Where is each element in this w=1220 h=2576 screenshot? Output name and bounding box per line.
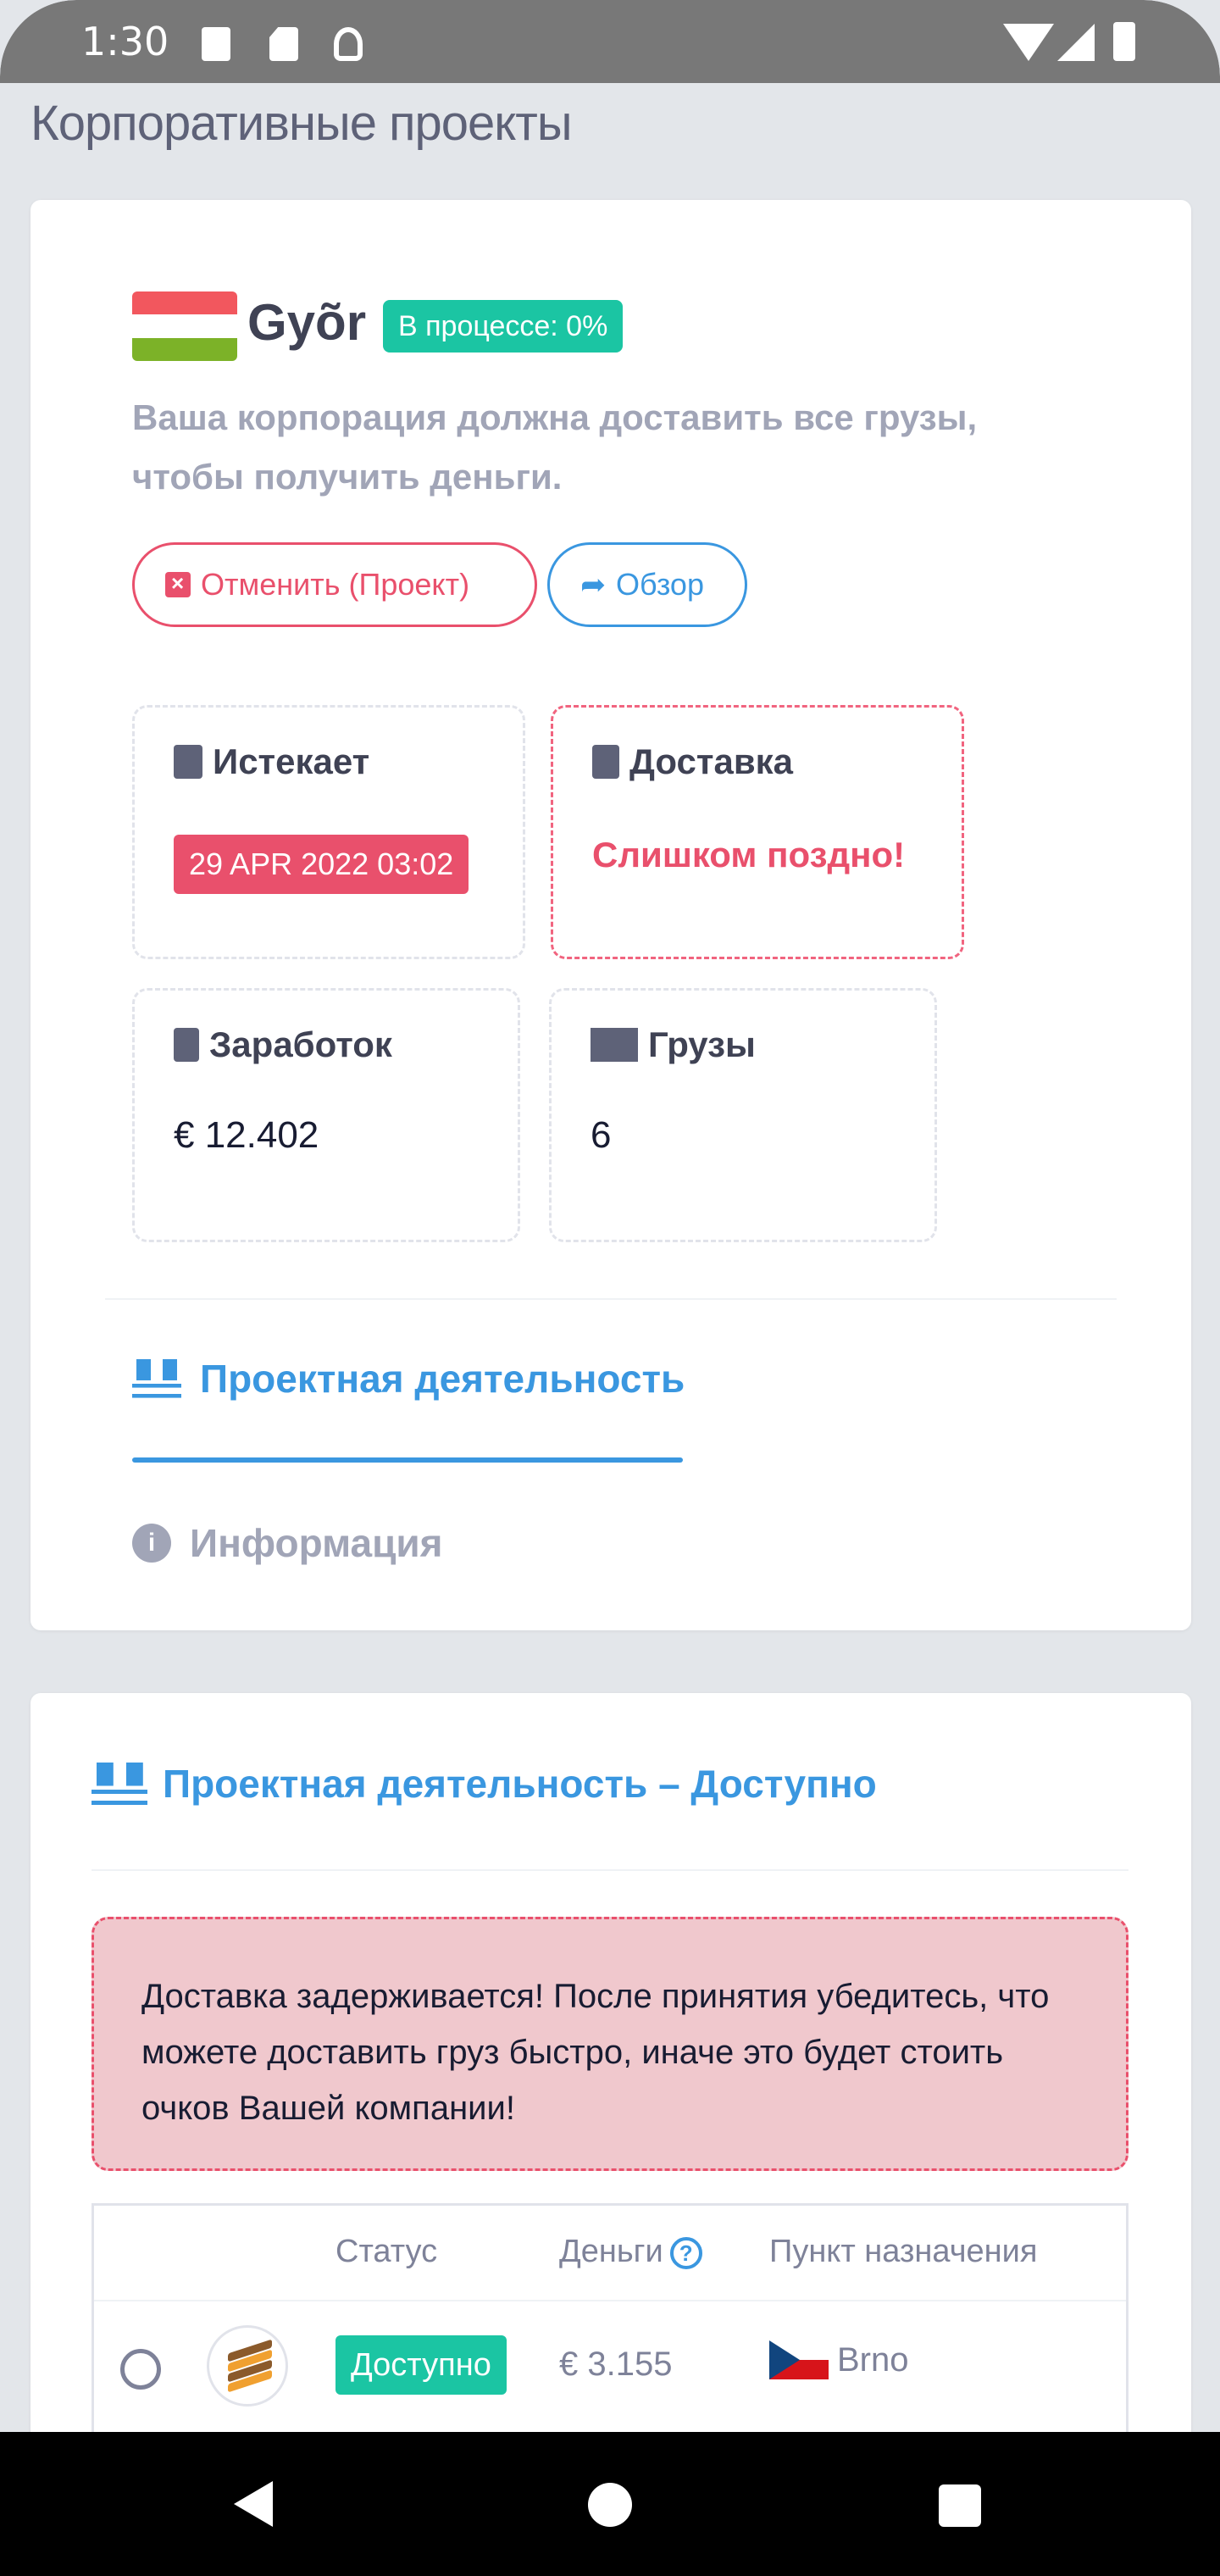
expires-label: Истекает: [213, 741, 370, 781]
cargo-image: [207, 2325, 288, 2407]
cargo-label: Грузы: [648, 1024, 756, 1064]
tab-project-activity-label: Проектная деятельность: [200, 1357, 685, 1401]
page-title: Корпоративные проекты: [30, 96, 573, 151]
divider: [105, 1298, 1117, 1300]
status-bar: 1:30: [0, 0, 1220, 83]
tab-information-label: Информация: [190, 1521, 443, 1565]
hungary-flag-icon: [132, 291, 237, 361]
czech-flag-icon: [769, 2340, 829, 2379]
stat-expires: Истекает 29 APR 2022 03:02: [132, 705, 525, 959]
project-description: Ваша корпорация должна доставить все гру…: [132, 397, 978, 497]
progress-badge: В процессе: 0%: [383, 300, 624, 353]
tab-project-activity[interactable]: Проектная деятельность: [132, 1356, 685, 1402]
navigation-bar: [0, 2432, 1220, 2576]
project-name: Gyõr: [247, 294, 367, 351]
pallet-icon: [92, 1763, 147, 1805]
cancel-project-button[interactable]: Отменить (Проект): [132, 542, 537, 627]
document-icon: [592, 745, 619, 779]
column-header-status: Статус: [336, 2234, 438, 2269]
review-label: Обзор: [616, 567, 704, 602]
section-title-label: Проектная деятельность – Доступно: [163, 1762, 877, 1806]
review-button[interactable]: ➦ Обзор: [547, 542, 747, 627]
cargo-value: 6: [591, 1114, 612, 1156]
destination: Brno: [769, 2340, 909, 2379]
earnings-label: Заработок: [209, 1024, 392, 1064]
column-header-money-label: Деньги: [559, 2234, 663, 2269]
earnings-value: € 12.402: [174, 1114, 319, 1156]
column-header-money: Деньги?: [559, 2234, 702, 2270]
status-time: 1:30: [81, 19, 169, 64]
wifi-icon: [1003, 24, 1054, 61]
signal-icon: [1057, 24, 1095, 61]
sd-card-icon: [269, 27, 298, 61]
money-value: € 3.155: [559, 2346, 673, 2383]
recent-apps-icon[interactable]: [939, 2484, 981, 2527]
tab-information[interactable]: i Информация: [132, 1520, 442, 1566]
android-icon: [334, 27, 363, 61]
share-icon: ➦: [580, 567, 607, 602]
delivery-value: Слишком поздно!: [592, 835, 906, 874]
section-title: Проектная деятельность – Доступно: [92, 1761, 877, 1807]
row-select-radio[interactable]: [120, 2349, 161, 2390]
stat-cargo: Грузы 6: [549, 988, 937, 1242]
column-header-destination: Пункт назначения: [769, 2234, 1038, 2269]
active-tab-indicator: [132, 1457, 683, 1463]
delivery-label: Доставка: [629, 741, 794, 781]
pallet-icon: [591, 1028, 638, 1062]
stat-delivery: Доставка Слишком поздно!: [551, 705, 964, 959]
stat-earnings: Заработок € 12.402: [132, 988, 520, 1242]
invoice-icon: [174, 1028, 199, 1062]
calendar-icon: [174, 745, 202, 779]
divider: [92, 1869, 1128, 1871]
divider: [94, 2300, 1126, 2301]
delay-alert: Доставка задерживается! После принятия у…: [92, 1917, 1128, 2171]
cancel-project-label: Отменить (Проект): [201, 567, 470, 602]
status-badge: Доступно: [336, 2335, 507, 2395]
expires-value: 29 APR 2022 03:02: [174, 835, 469, 894]
help-icon[interactable]: ?: [669, 2236, 702, 2269]
battery-icon: [1113, 22, 1135, 61]
phone-screen: 1:30 Корпоративные проекты Gyõr В процес…: [0, 0, 1220, 2576]
back-icon[interactable]: [234, 2481, 273, 2527]
keyboard-icon: [202, 27, 230, 61]
home-icon[interactable]: [588, 2483, 632, 2527]
destination-label: Brno: [837, 2340, 909, 2379]
pallet-icon: [132, 1359, 181, 1398]
info-icon: i: [132, 1524, 171, 1563]
calendar-x-icon: [165, 570, 191, 597]
